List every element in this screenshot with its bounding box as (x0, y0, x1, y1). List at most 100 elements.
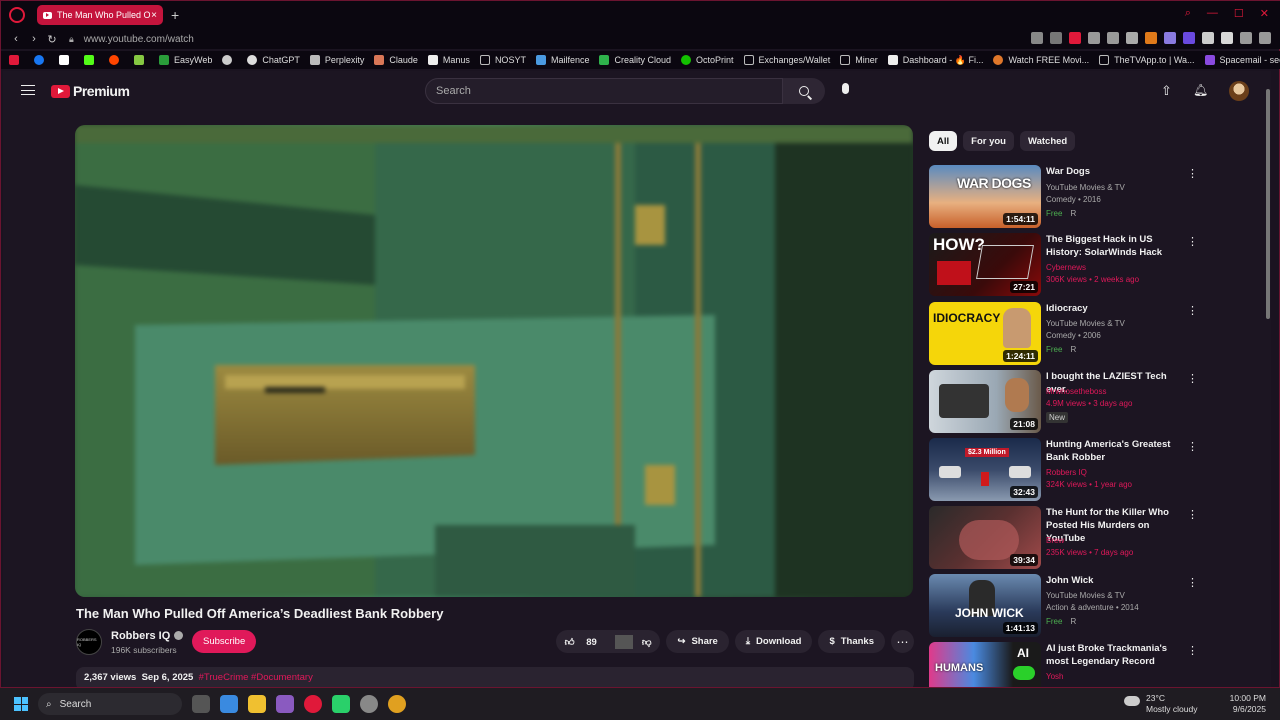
bookmark-wordpress[interactable] (222, 55, 237, 65)
search-tabs-icon[interactable]: ⌕ (1185, 7, 1191, 20)
more-options-icon[interactable]: ⋮ (1187, 304, 1198, 317)
description-box[interactable]: 2,367 views Sep 6, 2025 #TrueCrime #Docu… (76, 667, 914, 687)
list-item[interactable]: 39:34 The Hunt for the Killer Who Posted… (929, 506, 1199, 570)
bookmark-spacemail[interactable]: Spacemail - secur... (1204, 55, 1280, 65)
thumbnail[interactable]: IDIOCRACY 1:24:11 (929, 302, 1041, 365)
more-options-icon[interactable]: ⋮ (1187, 576, 1198, 589)
copilot-icon[interactable] (220, 695, 238, 713)
search-input[interactable]: Search (425, 78, 783, 104)
bookmark-thetvapp[interactable]: TheTVApp.to | Wa... (1099, 55, 1195, 65)
channel-name[interactable]: Robbers IQ (111, 630, 184, 642)
bookmark-easyweb[interactable]: EasyWeb (159, 55, 212, 65)
thumbnail[interactable]: $2.3 Million 32:43 (929, 438, 1041, 501)
list-item[interactable]: JOHN WICK 1:41:13 John Wick YouTube Movi… (929, 574, 1199, 638)
thumbnail[interactable]: 39:34 (929, 506, 1041, 569)
browser-tab[interactable]: The Man Who Pulled O × (37, 5, 163, 25)
bookmark-folder-miner[interactable]: Miner (840, 55, 878, 65)
bookmark-dashboard[interactable]: Dashboard - 🔥 Fi... (887, 55, 983, 66)
bookmark-octoprint[interactable]: OctoPrint (681, 55, 734, 65)
search-button[interactable] (783, 78, 825, 104)
list-item[interactable]: WAR DOGS 1:54:11 War Dogs YouTube Movies… (929, 165, 1199, 229)
play-icon[interactable] (1088, 32, 1100, 44)
bookmark-manus[interactable]: Manus (427, 55, 470, 65)
microphone-icon[interactable] (842, 83, 849, 94)
dislike-button[interactable]: 👎︎ (633, 636, 661, 648)
thumbnail[interactable]: 21:08 (929, 370, 1041, 433)
reload-button[interactable]: ↻ (43, 33, 61, 46)
youtube-premium-logo[interactable]: Premium (51, 83, 130, 99)
puzzle-extensions-icon[interactable] (1202, 32, 1214, 44)
hashtags[interactable]: #TrueCrime #Documentary (199, 672, 313, 683)
close-window-button[interactable]: ✕ (1260, 7, 1269, 20)
bookmark-kick[interactable] (84, 55, 99, 65)
list-item[interactable]: HOW? 27:21 The Biggest Hack in US Histor… (929, 233, 1199, 297)
bookmark-creality[interactable]: Creality Cloud (599, 55, 671, 65)
settings-icon[interactable] (360, 695, 378, 713)
account-avatar[interactable] (1229, 81, 1249, 101)
notifications-bell-icon[interactable]: 🔔︎ (1193, 83, 1208, 97)
teams-icon[interactable] (276, 695, 294, 713)
fox-extension-icon[interactable] (1145, 32, 1157, 44)
bookmark-nosyt[interactable]: NOSYT (479, 55, 526, 65)
bookmark-perplexity[interactable]: Perplexity (309, 55, 364, 65)
snapshot-icon[interactable] (1050, 32, 1062, 44)
more-actions-button[interactable]: ⋯ (891, 630, 914, 653)
chip-all[interactable]: All (929, 131, 958, 151)
weather-widget[interactable]: 23°C Mostly cloudy (1124, 693, 1198, 715)
bookmark-mailfence[interactable]: Mailfence (535, 55, 589, 65)
more-options-icon[interactable]: ⋮ (1187, 235, 1198, 248)
list-item[interactable]: $2.3 Million 32:43 Hunting America's Gre… (929, 438, 1199, 502)
opera-menu-icon[interactable] (9, 7, 25, 23)
minimize-button[interactable]: — (1207, 7, 1218, 20)
file-explorer-icon[interactable] (248, 695, 266, 713)
bookmark-chatgpt[interactable]: ChatGPT (247, 55, 300, 65)
thumbnail[interactable]: HOW? 27:21 (929, 233, 1041, 296)
url-field[interactable]: www.youtube.com/watch (84, 34, 194, 45)
upload-icon[interactable]: ⇧ (1161, 83, 1172, 99)
maximize-button[interactable]: ☐ (1234, 7, 1244, 20)
page-scrollbar[interactable] (1265, 71, 1271, 687)
windows-start-icon[interactable] (14, 697, 28, 711)
bookmark-icon[interactable] (1031, 32, 1043, 44)
chrome-icon[interactable] (388, 695, 406, 713)
bookmark-watch-free[interactable]: Watch FREE Movi... (993, 55, 1089, 65)
cloud-extension-icon[interactable] (1164, 32, 1176, 44)
share-button[interactable]: ↪ Share (666, 630, 729, 653)
task-view-icon[interactable] (192, 695, 210, 713)
chip-for-you[interactable]: For you (963, 131, 1014, 151)
bookmark-rumble[interactable] (134, 55, 149, 65)
profile-icon[interactable] (1221, 32, 1233, 44)
b-extension-icon[interactable] (1183, 32, 1195, 44)
download-icon[interactable] (1240, 32, 1252, 44)
heart-icon[interactable] (1126, 32, 1138, 44)
bookmark-facebook[interactable] (34, 55, 49, 65)
thumbnail[interactable]: JOHN WICK 1:41:13 (929, 574, 1041, 637)
more-options-icon[interactable]: ⋮ (1187, 440, 1198, 453)
download-button[interactable]: ⤓ Download (734, 630, 813, 653)
channel-avatar[interactable]: ROBBERS IQ (76, 629, 102, 655)
bookmark-reddit[interactable] (109, 55, 124, 65)
opera-taskbar-icon[interactable] (304, 695, 322, 713)
list-item[interactable]: HUMANS AI AI just Broke Trackmania's mos… (929, 642, 1199, 687)
pocket-extension-icon[interactable] (1069, 32, 1081, 44)
bookmark-folder-exchanges[interactable]: Exchanges/Wallet (743, 55, 830, 65)
list-item[interactable]: IDIOCRACY 1:24:11 Idiocracy YouTube Movi… (929, 302, 1199, 366)
new-tab-button[interactable]: + (171, 7, 179, 23)
list-item[interactable]: 21:08 I bought the LAZIEST Tech ever. Mr… (929, 370, 1199, 434)
more-options-icon[interactable]: ⋮ (1187, 372, 1198, 385)
chip-watched[interactable]: Watched (1019, 131, 1076, 151)
more-options-icon[interactable]: ⋮ (1187, 644, 1198, 657)
taskbar-search[interactable]: ⌕ Search (38, 693, 182, 715)
like-button[interactable]: 👍︎ 89 (556, 636, 615, 648)
more-options-icon[interactable]: ⋮ (1187, 508, 1198, 521)
menu-icon[interactable] (1259, 32, 1271, 44)
forward-button[interactable]: › (25, 33, 43, 45)
more-options-icon[interactable]: ⋮ (1187, 167, 1198, 180)
video-player[interactable] (75, 125, 913, 597)
thanks-button[interactable]: $ Thanks (818, 630, 885, 653)
close-tab-icon[interactable]: × (151, 10, 157, 21)
back-button[interactable]: ‹ (7, 33, 25, 45)
subscribe-button[interactable]: Subscribe (192, 630, 257, 653)
thumbnail[interactable]: WAR DOGS 1:54:11 (929, 165, 1041, 228)
terminal-icon[interactable] (332, 695, 350, 713)
